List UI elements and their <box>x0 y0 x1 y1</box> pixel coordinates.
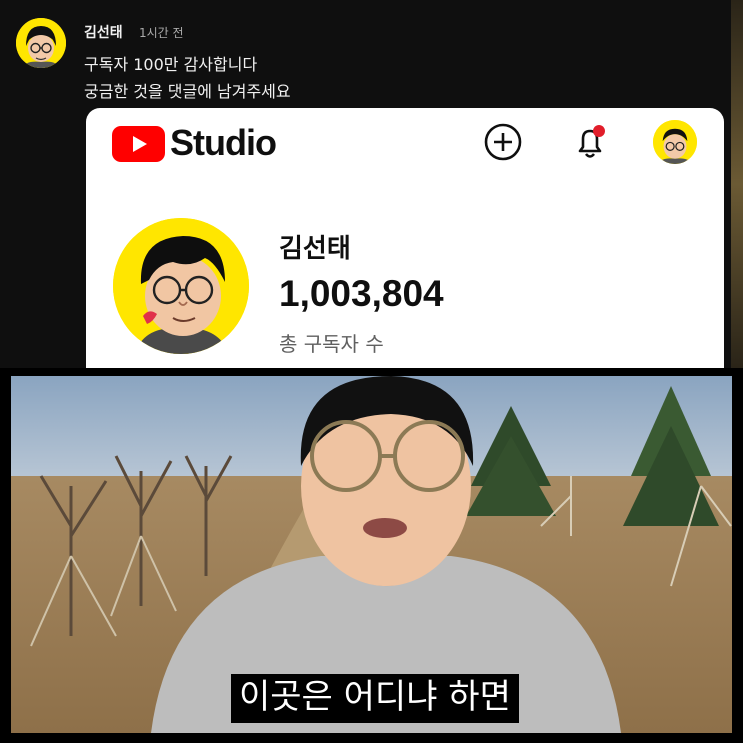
community-post: 김선태 1시간 전 구독자 100만 감사합니다 궁금한 것을 댓글에 남겨주세… <box>0 0 743 368</box>
channel-avatar-illustration <box>113 218 249 354</box>
post-text-line-1: 구독자 100만 감사합니다 <box>84 55 258 74</box>
studio-logo-text: Studio <box>170 122 277 163</box>
subscriber-label: 총 구독자 수 <box>279 332 384 356</box>
create-plus-icon[interactable] <box>483 122 523 162</box>
edge-glow-decoration <box>731 0 743 368</box>
youtube-logo-icon[interactable] <box>112 126 165 162</box>
author-avatar[interactable] <box>16 18 66 68</box>
post-timestamp[interactable]: 1시간 전 <box>139 24 184 41</box>
channel-name[interactable]: 김선태 <box>279 228 351 265</box>
studio-card: Studio 김선태 1,003,804 총 구독자 수 <box>86 108 724 368</box>
account-avatar[interactable] <box>653 120 697 164</box>
channel-avatar[interactable] <box>113 218 249 354</box>
post-text-line-2: 궁금한 것을 댓글에 남겨주세요 <box>84 82 291 101</box>
notification-dot <box>593 125 605 137</box>
avatar-illustration <box>16 18 66 68</box>
subscriber-count: 1,003,804 <box>279 273 444 314</box>
video-frame[interactable]: 이곳은 어디냐 하면 <box>11 376 732 733</box>
video-caption: 이곳은 어디냐 하면 <box>231 674 519 723</box>
account-avatar-illustration <box>653 120 697 164</box>
notification-bell-icon[interactable] <box>570 122 610 162</box>
post-author-name[interactable]: 김선태 <box>84 22 123 42</box>
